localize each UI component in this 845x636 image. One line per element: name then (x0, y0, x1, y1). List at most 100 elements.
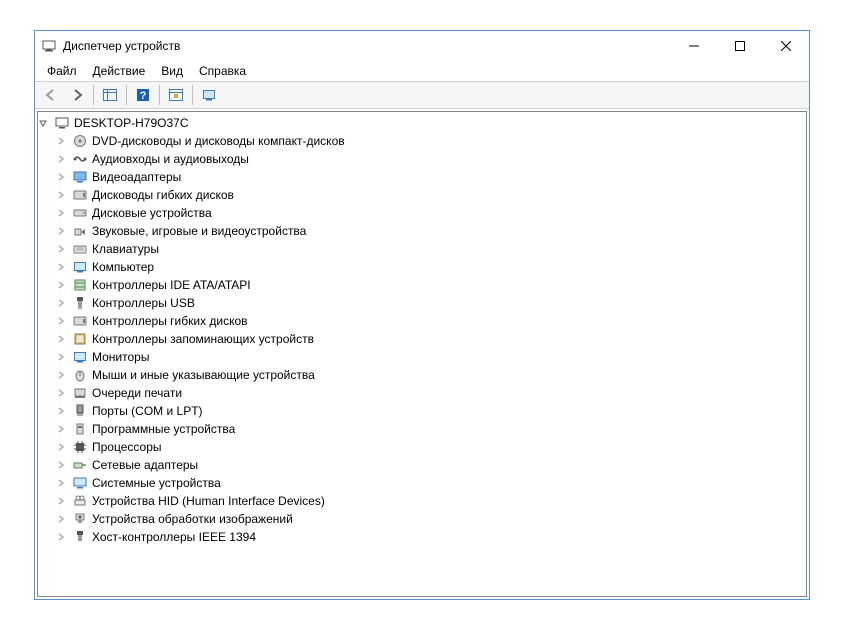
window-controls (671, 31, 809, 61)
expand-icon[interactable] (56, 460, 72, 470)
help-button[interactable]: ? (131, 84, 155, 106)
tree-node[interactable]: Клавиатуры (38, 240, 806, 258)
tree-node[interactable]: Процессоры (38, 438, 806, 456)
app-icon (41, 38, 57, 54)
port-icon (72, 403, 88, 419)
system-device-icon (72, 475, 88, 491)
toolbar-separator (159, 85, 160, 105)
expand-icon[interactable] (56, 190, 72, 200)
window-title: Диспетчер устройств (63, 39, 671, 53)
show-hide-tree-button[interactable] (98, 84, 122, 106)
tree-node-label: Контроллеры IDE ATA/ATAPI (92, 278, 251, 292)
minimize-button[interactable] (671, 31, 717, 61)
expand-icon[interactable] (56, 226, 72, 236)
tree-node[interactable]: Программные устройства (38, 420, 806, 438)
tree-node[interactable]: Сетевые адаптеры (38, 456, 806, 474)
expand-icon[interactable] (56, 316, 72, 326)
collapse-icon[interactable] (38, 118, 54, 128)
menu-action[interactable]: Действие (85, 62, 154, 80)
floppy-drive-icon (72, 187, 88, 203)
tree-node-label: Устройства обработки изображений (92, 512, 293, 526)
expand-icon[interactable] (56, 298, 72, 308)
scan-hardware-button[interactable] (164, 84, 188, 106)
tree-root-label: DESKTOP-H79O37C (74, 116, 189, 130)
expand-icon[interactable] (56, 442, 72, 452)
imaging-device-icon (72, 511, 88, 527)
expand-icon[interactable] (56, 514, 72, 524)
tree-node[interactable]: DVD-дисководы и дисководы компакт-дисков (38, 132, 806, 150)
tree-node[interactable]: Системные устройства (38, 474, 806, 492)
properties-button[interactable] (197, 84, 221, 106)
expand-icon[interactable] (56, 154, 72, 164)
forward-button[interactable] (65, 84, 89, 106)
expand-icon[interactable] (56, 280, 72, 290)
usb-controller-icon (72, 295, 88, 311)
expand-icon[interactable] (56, 532, 72, 542)
disk-drive-icon (72, 205, 88, 221)
tree-node[interactable]: Видеоадаптеры (38, 168, 806, 186)
tree-node-label: Мыши и иные указывающие устройства (92, 368, 315, 382)
tree-node[interactable]: Устройства обработки изображений (38, 510, 806, 528)
expand-icon[interactable] (56, 478, 72, 488)
tree-node-label: Сетевые адаптеры (92, 458, 198, 472)
monitor-icon (72, 349, 88, 365)
tree-node[interactable]: Мыши и иные указывающие устройства (38, 366, 806, 384)
expand-icon[interactable] (56, 496, 72, 506)
tree-node[interactable]: Порты (COM и LPT) (38, 402, 806, 420)
maximize-button[interactable] (717, 31, 763, 61)
tree-node-label: Хост-контроллеры IEEE 1394 (92, 530, 256, 544)
tree-node-label: Аудиовходы и аудиовыходы (92, 152, 249, 166)
processor-icon (72, 439, 88, 455)
toolbar-separator (93, 85, 94, 105)
menu-view[interactable]: Вид (153, 62, 191, 80)
tree-node-label: Устройства HID (Human Interface Devices) (92, 494, 325, 508)
audio-io-icon (72, 151, 88, 167)
tree-node-label: Контроллеры запоминающих устройств (92, 332, 314, 346)
tree-node[interactable]: Контроллеры USB (38, 294, 806, 312)
back-button[interactable] (39, 84, 63, 106)
ieee1394-controller-icon (72, 529, 88, 545)
expand-icon[interactable] (56, 262, 72, 272)
expand-icon[interactable] (56, 244, 72, 254)
expand-icon[interactable] (56, 172, 72, 182)
expand-icon[interactable] (56, 406, 72, 416)
tree-node[interactable]: Контроллеры запоминающих устройств (38, 330, 806, 348)
expand-icon[interactable] (56, 334, 72, 344)
expand-icon[interactable] (56, 136, 72, 146)
menu-help[interactable]: Справка (191, 62, 254, 80)
toolbar-separator (192, 85, 193, 105)
tree-node-label: Мониторы (92, 350, 149, 364)
tree-node[interactable]: Дисковые устройства (38, 204, 806, 222)
device-tree[interactable]: DESKTOP-H79O37C DVD-дисководы и дисковод… (37, 111, 807, 597)
tree-node[interactable]: Очереди печати (38, 384, 806, 402)
tree-node-label: Видеоадаптеры (92, 170, 181, 184)
tree-node[interactable]: Дисководы гибких дисков (38, 186, 806, 204)
menu-file[interactable]: Файл (39, 62, 85, 80)
expand-icon[interactable] (56, 424, 72, 434)
keyboard-icon (72, 241, 88, 257)
tree-node[interactable]: Контроллеры гибких дисков (38, 312, 806, 330)
tree-node-label: Дисководы гибких дисков (92, 188, 234, 202)
print-queue-icon (72, 385, 88, 401)
hid-device-icon (72, 493, 88, 509)
expand-icon[interactable] (56, 352, 72, 362)
tree-node-label: Процессоры (92, 440, 162, 454)
mouse-icon (72, 367, 88, 383)
expand-icon[interactable] (56, 370, 72, 380)
close-button[interactable] (763, 31, 809, 61)
tree-node[interactable]: Аудиовходы и аудиовыходы (38, 150, 806, 168)
tree-node[interactable]: Компьютер (38, 258, 806, 276)
tree-node-label: Очереди печати (92, 386, 182, 400)
expand-icon[interactable] (56, 208, 72, 218)
tree-node-label: Звуковые, игровые и видеоустройства (92, 224, 306, 238)
toolbar: ? (35, 81, 809, 109)
tree-node[interactable]: Хост-контроллеры IEEE 1394 (38, 528, 806, 546)
tree-node[interactable]: Контроллеры IDE ATA/ATAPI (38, 276, 806, 294)
sound-device-icon (72, 223, 88, 239)
tree-node[interactable]: Устройства HID (Human Interface Devices) (38, 492, 806, 510)
tree-node[interactable]: Мониторы (38, 348, 806, 366)
titlebar: Диспетчер устройств (35, 31, 809, 61)
tree-root[interactable]: DESKTOP-H79O37C (38, 114, 806, 132)
expand-icon[interactable] (56, 388, 72, 398)
tree-node[interactable]: Звуковые, игровые и видеоустройства (38, 222, 806, 240)
